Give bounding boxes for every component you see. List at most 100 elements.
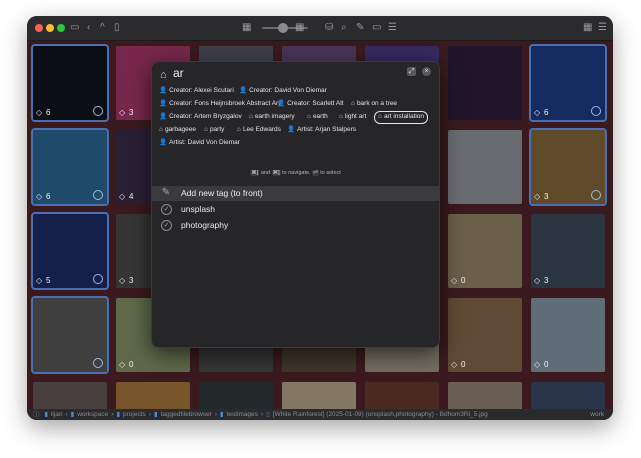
person-icon: 👤	[277, 100, 286, 107]
tag-count: 6	[46, 192, 51, 201]
tag-count-icon: ◇	[119, 276, 126, 285]
breadcrumb-separator: ›	[148, 411, 151, 418]
thumbnail-tile[interactable]: ◇ 3	[529, 128, 607, 206]
zoom-slider-knob[interactable]	[278, 23, 288, 33]
folder-icon: ▮	[220, 411, 224, 418]
breadcrumb-item[interactable]: [White Rainforest] (2025-01-09) (unsplas…	[273, 411, 488, 418]
breadcrumb-item[interactable]: workspace	[77, 411, 108, 418]
tag-count: 5	[46, 276, 51, 285]
add-tag-icon: ✎	[161, 187, 171, 198]
tag-chip-label: Creator: Artem Bryzgalov	[169, 113, 242, 120]
tag-count: 0	[544, 360, 549, 369]
bookmark-icon[interactable]: ▯	[114, 22, 120, 34]
grid-small-icon[interactable]: ▦	[242, 22, 251, 34]
close-icon[interactable]: ×	[422, 67, 431, 76]
check-circle-icon: ✓	[161, 204, 172, 215]
tag-count-icon: ◇	[119, 192, 126, 201]
breadcrumb-separator: ›	[111, 411, 114, 418]
tag-row-photography[interactable]: ✓ photography	[152, 218, 439, 233]
grid-large-icon[interactable]: ▦	[295, 22, 304, 34]
sidebar-toggle-icon[interactable]: ▭	[70, 22, 79, 34]
list-icon[interactable]: ☰	[388, 22, 397, 34]
search-icon[interactable]: ⌕	[341, 22, 347, 34]
thumbnail-tile[interactable]: ◇ 0	[448, 298, 522, 372]
person-icon: 👤	[239, 87, 248, 94]
breadcrumb-separator: ›	[261, 411, 264, 418]
tag-chip[interactable]: ⌂ light art	[339, 111, 366, 122]
tag-count: 3	[544, 276, 549, 285]
tag-chip[interactable]: ⌂ earth	[307, 111, 328, 122]
chevron-up-icon[interactable]: ^	[100, 22, 105, 34]
thumbnail-tile[interactable]	[448, 46, 522, 120]
thumbnail-tile[interactable]: ◇ 6	[529, 44, 607, 122]
tag-icon[interactable]: ✎	[356, 22, 364, 34]
selection-badge	[93, 106, 103, 116]
tag-chip[interactable]: 👤 Creator: Fons Heijnsbroek Abstract Art	[159, 98, 280, 109]
selection-badge	[93, 358, 103, 368]
tag-count-icon: ◇	[119, 360, 126, 369]
tag-chip[interactable]: ⌂ garbageee	[159, 124, 196, 135]
database-icon[interactable]: ⛁	[325, 22, 333, 34]
zoom-window-button[interactable]	[57, 24, 65, 32]
folder-icon: ▮	[70, 411, 75, 418]
tag-chip[interactable]: ⌂ art installation	[374, 111, 429, 124]
tag-chip[interactable]: 👤 Artist: Arjan Stalpers	[287, 124, 356, 135]
tile-overlay	[448, 214, 522, 288]
tag-chip-label: Lee Edwards	[242, 126, 281, 133]
tag-chip[interactable]: 👤 Creator: Scarlett Alt	[277, 98, 343, 109]
tag-chip[interactable]: ⌂ earth imagery	[249, 111, 295, 122]
tag-palette: ⌂ ar ⤢ × 👤 Creator: Alexei Scutari 👤 Creato…	[151, 61, 440, 348]
tag-chip-label: Artist: David Von Diemar	[169, 139, 240, 146]
tag-chip-label: party	[209, 126, 225, 133]
tag-count-icon: ◇	[451, 360, 458, 369]
breadcrumb-item[interactable]: projects	[123, 411, 146, 418]
selection-badge	[93, 190, 103, 200]
breadcrumb-item[interactable]: iljan	[51, 411, 63, 418]
thumbnail-tile[interactable]: ◇ 0	[448, 214, 522, 288]
tile-overlay	[531, 214, 605, 288]
selection-badge	[591, 106, 601, 116]
menu-icon[interactable]: ☰	[598, 22, 607, 34]
tag-count-icon: ◇	[119, 108, 126, 117]
tag-count: 6	[544, 108, 549, 117]
close-window-button[interactable]	[35, 24, 43, 32]
tag-icon: ⌂	[339, 113, 343, 120]
tag-row-unsplash[interactable]: ✓ unsplash	[152, 202, 439, 217]
person-icon: 👤	[159, 87, 168, 94]
thumbnail-tile[interactable]: ◇ 6	[31, 44, 109, 122]
tag-chip[interactable]: 👤 Creator: Alexei Scutari	[159, 85, 234, 96]
minimize-window-button[interactable]	[46, 24, 54, 32]
breadcrumb-item[interactable]: testimages	[227, 411, 258, 418]
tag-count-icon: ◇	[451, 276, 458, 285]
folder-icon[interactable]: ▭	[372, 22, 381, 34]
chevron-left-icon[interactable]: ‹	[87, 22, 90, 34]
tag-chip[interactable]: ⌂ Lee Edwards	[237, 124, 281, 135]
folder-icon: ▮	[44, 411, 48, 418]
tag-count: 3	[129, 108, 134, 117]
add-new-tag-row[interactable]: ✎ Add new tag (to front)	[152, 186, 439, 201]
tag-count: 6	[46, 108, 51, 117]
tag-chip[interactable]: 👤 Artist: David Von Diemar	[159, 137, 240, 148]
tag-search-input[interactable]: ar	[173, 66, 184, 80]
breadcrumb-item[interactable]: taggedfilebrowser	[161, 411, 212, 418]
thumbnail-tile[interactable]: ◇ 3	[531, 214, 605, 288]
tag-chip-label: bark on a tree	[356, 100, 398, 107]
expand-icon[interactable]: ⤢	[407, 67, 416, 76]
tag-icon: ⌂	[160, 69, 167, 81]
folder-icon: ▮	[153, 411, 158, 418]
layout-icon[interactable]: ▦	[583, 22, 592, 34]
info-icon[interactable]: ⓘ	[33, 411, 40, 418]
thumbnail-tile[interactable]	[31, 296, 109, 374]
status-right: work	[590, 411, 604, 418]
thumbnail-tile[interactable]: ◇ 5	[31, 212, 109, 290]
tag-chip[interactable]: 👤 Creator: Artem Bryzgalov	[159, 111, 242, 122]
breadcrumb-separator: ›	[65, 411, 68, 418]
tag-count: 0	[129, 360, 134, 369]
tag-icon: ⌂	[204, 126, 208, 133]
tag-chip[interactable]: ⌂ bark on a tree	[351, 98, 397, 109]
thumbnail-tile[interactable]: ◇ 0	[531, 298, 605, 372]
thumbnail-tile[interactable]	[448, 130, 522, 204]
tag-chip[interactable]: 👤 Creator: David Von Diemar	[239, 85, 327, 96]
tag-chip[interactable]: ⌂ party	[204, 124, 224, 135]
thumbnail-tile[interactable]: ◇ 6	[31, 128, 109, 206]
